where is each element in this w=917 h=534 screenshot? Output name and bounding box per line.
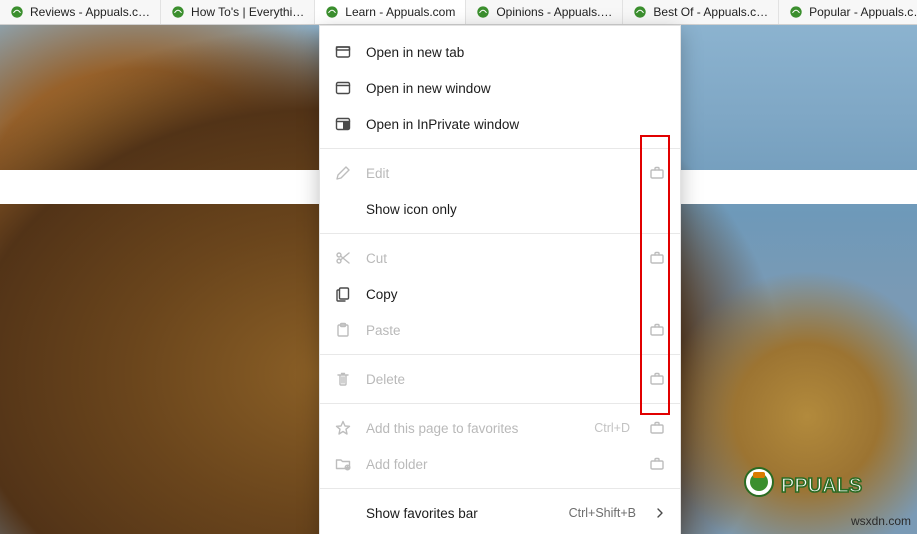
favorites-item[interactable]: Reviews - Appuals.c…	[0, 0, 161, 24]
menu-edit: Edit	[320, 155, 680, 191]
favorites-item-label: Best Of - Appuals.c…	[653, 5, 768, 19]
blank-icon	[334, 200, 352, 218]
menu-item-label: Cut	[366, 251, 634, 266]
pencil-icon	[334, 164, 352, 182]
copy-icon	[334, 285, 352, 303]
favorites-item-label: Opinions - Appuals.…	[496, 5, 612, 19]
menu-item-label: Show favorites bar	[366, 506, 555, 521]
menu-item-label: Open in new window	[366, 81, 666, 96]
briefcase-icon	[648, 455, 666, 473]
blank-icon	[334, 504, 352, 522]
menu-open-new-window[interactable]: Open in new window	[320, 70, 680, 106]
menu-add-page-to-favorites: Add this page to favorites Ctrl+D	[320, 410, 680, 446]
favorites-item[interactable]: Learn - Appuals.com	[315, 0, 466, 24]
menu-open-new-tab[interactable]: Open in new tab	[320, 34, 680, 70]
favorites-item[interactable]: How To's | Everythi…	[161, 0, 315, 24]
site-favicon-icon	[325, 5, 339, 19]
new-window-icon	[334, 79, 352, 97]
favorites-item-label: Popular - Appuals.c…	[809, 5, 917, 19]
briefcase-icon	[648, 321, 666, 339]
menu-add-folder: Add folder	[320, 446, 680, 482]
menu-copy[interactable]: Copy	[320, 276, 680, 312]
menu-separator	[320, 233, 680, 234]
menu-separator	[320, 354, 680, 355]
menu-item-label: Add folder	[366, 457, 634, 472]
menu-cut: Cut	[320, 240, 680, 276]
favorites-item[interactable]: Opinions - Appuals.…	[466, 0, 623, 24]
menu-show-icon-only[interactable]: Show icon only	[320, 191, 680, 227]
menu-open-inprivate[interactable]: Open in InPrivate window	[320, 106, 680, 142]
menu-show-favorites-bar[interactable]: Show favorites bar Ctrl+Shift+B	[320, 495, 680, 531]
appuals-logo-text: PPUALS	[781, 475, 862, 497]
menu-item-label: Open in new tab	[366, 45, 666, 60]
menu-paste: Paste	[320, 312, 680, 348]
favorites-context-menu: Open in new tab Open in new window Open …	[319, 25, 681, 534]
favorites-item-label: Learn - Appuals.com	[345, 5, 455, 19]
menu-item-label: Open in InPrivate window	[366, 117, 666, 132]
menu-delete: Delete	[320, 361, 680, 397]
favorites-item[interactable]: Best Of - Appuals.c…	[623, 0, 779, 24]
menu-item-label: Copy	[366, 287, 666, 302]
menu-item-label: Edit	[366, 166, 634, 181]
folder-plus-icon	[334, 455, 352, 473]
clipboard-icon	[334, 321, 352, 339]
site-favicon-icon	[171, 5, 185, 19]
menu-item-shortcut: Ctrl+D	[594, 421, 630, 435]
favorites-item-label: How To's | Everythi…	[191, 5, 304, 19]
scissors-icon	[334, 249, 352, 267]
favorites-bar: Reviews - Appuals.c… How To's | Everythi…	[0, 0, 917, 25]
favorites-item-label: Reviews - Appuals.c…	[30, 5, 150, 19]
briefcase-icon	[648, 164, 666, 182]
trash-icon	[334, 370, 352, 388]
new-tab-icon	[334, 43, 352, 61]
site-favicon-icon	[789, 5, 803, 19]
menu-item-label: Paste	[366, 323, 634, 338]
site-favicon-icon	[10, 5, 24, 19]
chevron-right-icon	[654, 507, 666, 519]
star-plus-icon	[334, 419, 352, 437]
menu-separator	[320, 488, 680, 489]
menu-item-label: Add this page to favorites	[366, 421, 580, 436]
menu-item-label: Show icon only	[366, 202, 666, 217]
menu-separator	[320, 403, 680, 404]
site-favicon-icon	[633, 5, 647, 19]
site-favicon-icon	[476, 5, 490, 19]
favorites-item[interactable]: Popular - Appuals.c…	[779, 0, 917, 24]
watermark-site: wsxdn.com	[851, 514, 911, 528]
inprivate-icon	[334, 115, 352, 133]
briefcase-icon	[648, 370, 666, 388]
appuals-logo: PPUALS	[743, 466, 883, 506]
menu-item-shortcut: Ctrl+Shift+B	[569, 506, 636, 520]
briefcase-icon	[648, 249, 666, 267]
menu-separator	[320, 148, 680, 149]
briefcase-icon	[648, 419, 666, 437]
menu-item-label: Delete	[366, 372, 634, 387]
